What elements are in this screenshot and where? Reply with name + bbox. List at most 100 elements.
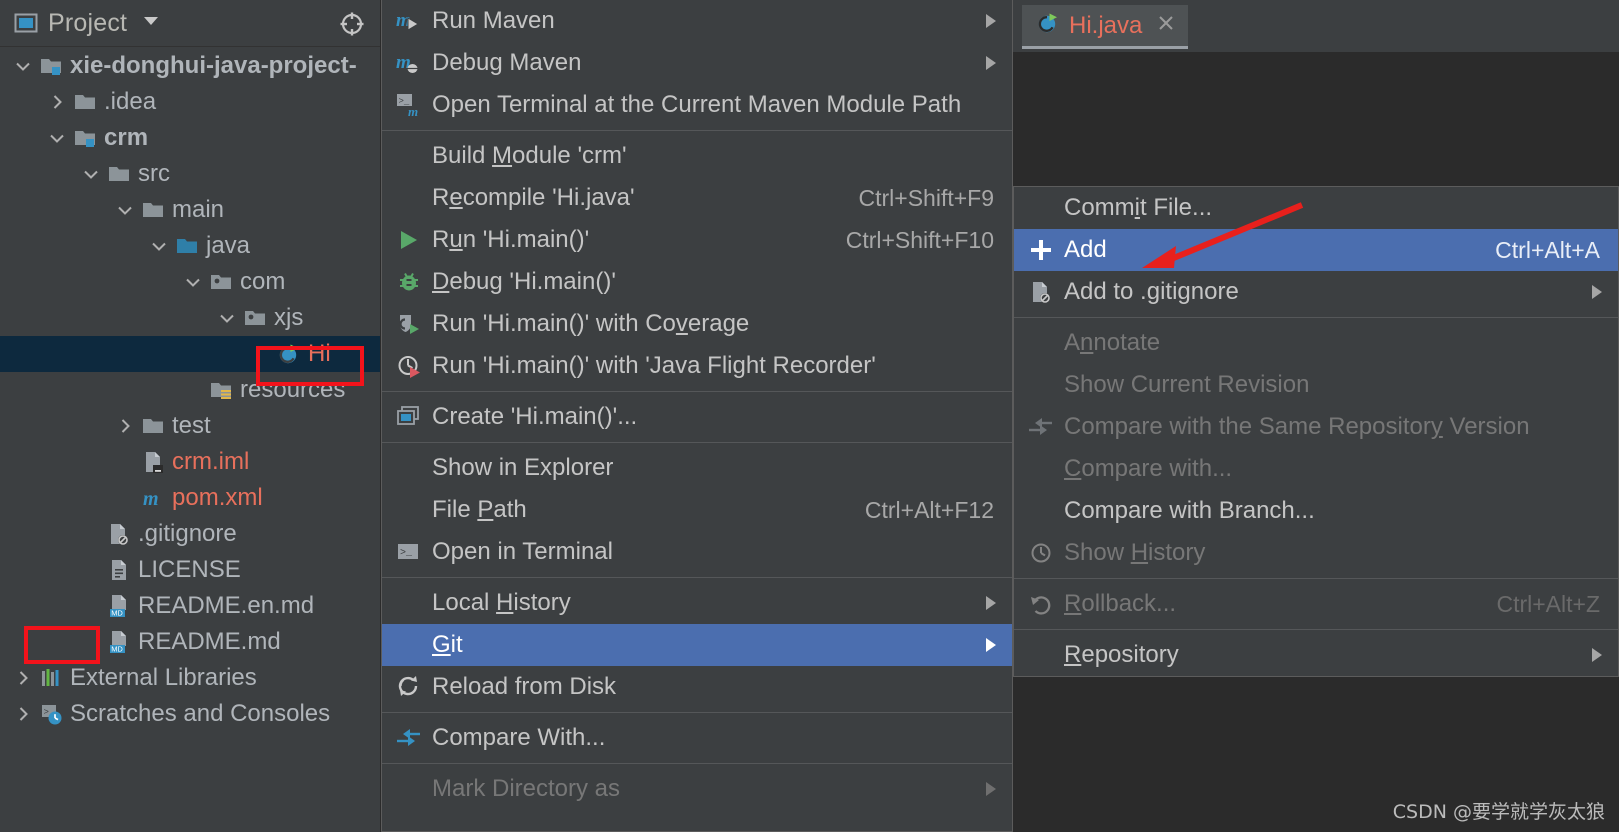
menu-item-label: Add: [1064, 236, 1107, 263]
chevron-down-icon[interactable]: [178, 272, 208, 292]
tree-node-label: .idea: [104, 88, 157, 115]
menu-item-build-module-crm[interactable]: Build Module 'crm': [382, 135, 1012, 177]
tree-node-label: Hi: [308, 340, 331, 367]
menu-item-commit-file[interactable]: Commit File...: [1014, 187, 1618, 229]
tree-node-label: resources: [240, 376, 346, 403]
menu-item-compare-with[interactable]: Compare With...: [382, 717, 1012, 759]
menu-item-label: Build Module 'crm': [432, 142, 627, 169]
project-window-icon: [14, 11, 38, 35]
menu-item-show-in-explorer[interactable]: Show in Explorer: [382, 447, 1012, 489]
menu-item-label: Compare with the Same Repository Version: [1064, 413, 1530, 440]
tree-node-java[interactable]: java: [0, 228, 380, 264]
menu-item-run-hi-main-with-coverage[interactable]: Run 'Hi.main()' with Coverage: [382, 303, 1012, 345]
menu-item-compare-with-branch[interactable]: Compare with Branch...: [1014, 490, 1618, 532]
tree-node-com[interactable]: com: [0, 264, 380, 300]
menu-item-run-maven[interactable]: m Run Maven: [382, 0, 1012, 42]
package-icon: [208, 270, 234, 294]
menu-separator: [382, 442, 1012, 443]
menu-item-add-to-gitignore[interactable]: Add to .gitignore: [1014, 271, 1618, 313]
menu-item-repository[interactable]: Repository: [1014, 634, 1618, 676]
libraries-icon: [38, 666, 64, 690]
menu-item-open-in-terminal[interactable]: >_ Open in Terminal: [382, 531, 1012, 573]
tree-node-hi[interactable]: Hi: [0, 336, 380, 372]
tree-node-label: LICENSE: [138, 556, 241, 583]
tree-node--gitignore[interactable]: .gitignore: [0, 516, 380, 552]
java-run-class-icon: [276, 342, 302, 366]
submenu-arrow-icon: [986, 56, 996, 70]
create-config-icon: [390, 404, 428, 430]
menu-item-label: Run 'Hi.main()' with Coverage: [432, 310, 750, 337]
chevron-down-icon[interactable]: [110, 200, 140, 220]
submenu-arrow-icon: [986, 638, 996, 652]
folder-icon: [140, 414, 166, 438]
menu-item-open-terminal-at-the-current-maven-module-path[interactable]: >_ m Open Terminal at the Current Maven Mo…: [382, 84, 1012, 126]
tree-node-scratches-and-consoles[interactable]: > Scratches and Consoles: [0, 696, 380, 732]
chevron-right-icon[interactable]: [8, 668, 38, 688]
menu-item-label: Local History: [432, 589, 571, 616]
submenu-arrow-icon: [1592, 648, 1602, 662]
menu-item-show-current-revision: Show Current Revision: [1014, 364, 1618, 406]
tree-node-xjs[interactable]: xjs: [0, 300, 380, 336]
tree-node-label: Scratches and Consoles: [70, 700, 331, 727]
chevron-right-icon[interactable]: [42, 92, 72, 112]
coverage-icon: [390, 311, 428, 337]
folder-icon: [72, 90, 98, 114]
menu-item-reload-from-disk[interactable]: Reload from Disk: [382, 666, 1012, 708]
tree-node-resources[interactable]: resources: [0, 372, 380, 408]
menu-separator: [1014, 317, 1618, 318]
tree-node-src[interactable]: src: [0, 156, 380, 192]
menu-item-debug-hi-main[interactable]: Debug 'Hi.main()': [382, 261, 1012, 303]
tree-node-crm[interactable]: crm: [0, 120, 380, 156]
project-tree[interactable]: xie-donghui-java-project- .idea crm src main…: [0, 48, 380, 832]
tree-node-readme-md[interactable]: MD README.md: [0, 624, 380, 660]
chevron-down-icon[interactable]: [8, 56, 38, 76]
menu-item-local-history[interactable]: Local History: [382, 582, 1012, 624]
menu-item-run-hi-main[interactable]: Run 'Hi.main()' Ctrl+Shift+F10: [382, 219, 1012, 261]
menu-item-recompile-hi-java[interactable]: Recompile 'Hi.java' Ctrl+Shift+F9: [382, 177, 1012, 219]
tree-node--idea[interactable]: .idea: [0, 84, 380, 120]
tree-node-external-libraries[interactable]: External Libraries: [0, 660, 380, 696]
tree-node-readme-en-md[interactable]: MD README.en.md: [0, 588, 380, 624]
tree-node-test[interactable]: test: [0, 408, 380, 444]
chevron-down-icon[interactable]: [76, 164, 106, 184]
ide-window: Project xie-donghui-java-project- .idea cr…: [0, 0, 1619, 832]
menu-item-run-hi-main-with-java-flight-recorder[interactable]: Run 'Hi.main()' with 'Java Flight Record…: [382, 345, 1012, 387]
menu-item-label: Open in Terminal: [432, 538, 613, 565]
menu-separator: [382, 577, 1012, 578]
menu-item-label: Compare with Branch...: [1064, 497, 1315, 524]
locate-target-icon[interactable]: [338, 10, 366, 43]
chevron-right-icon[interactable]: [8, 704, 38, 724]
chevron-down-icon[interactable]: [212, 308, 242, 328]
plus-icon: [1022, 237, 1060, 263]
chevron-down-icon[interactable]: [141, 11, 161, 36]
tree-node-label: com: [240, 268, 286, 295]
tree-node-crm-iml[interactable]: crm.iml: [0, 444, 380, 480]
menu-item-file-path[interactable]: File Path Ctrl+Alt+F12: [382, 489, 1012, 531]
menu-item-label: Show in Explorer: [432, 454, 614, 481]
tab-hi-java[interactable]: Hi.java: [1022, 5, 1189, 49]
tree-node-label: test: [172, 412, 211, 439]
module-folder-icon: [38, 54, 64, 78]
terminal-maven-icon: >_ m: [390, 92, 428, 118]
tree-node-pom-xml[interactable]: m pom.xml: [0, 480, 380, 516]
menu-item-debug-maven[interactable]: m Debug Maven: [382, 42, 1012, 84]
file-context-menu[interactable]: m Run Maven m Debug Maven >_ m Open Terminal a…: [381, 0, 1013, 832]
menu-item-git[interactable]: Git: [382, 624, 1012, 666]
menu-item-create-hi-main[interactable]: Create 'Hi.main()'...: [382, 396, 1012, 438]
tab-label: Hi.java: [1069, 11, 1143, 39]
menu-item-shortcut: Ctrl+Shift+F9: [858, 184, 995, 211]
chevron-down-icon[interactable]: [144, 236, 174, 256]
tree-node-label: README.md: [138, 628, 281, 655]
folder-icon: [140, 198, 166, 222]
submenu-arrow-icon: [986, 596, 996, 610]
chevron-down-icon[interactable]: [42, 128, 72, 148]
menu-item-add[interactable]: Add Ctrl+Alt+A: [1014, 229, 1618, 271]
git-submenu[interactable]: Commit File... Add Ctrl+Alt+A Add to .gitig…: [1013, 186, 1619, 677]
chevron-right-icon[interactable]: [110, 416, 140, 436]
project-panel-header: Project: [0, 0, 380, 47]
menu-item-label: Show Current Revision: [1064, 371, 1310, 398]
tree-node-main[interactable]: main: [0, 192, 380, 228]
tree-node-license[interactable]: LICENSE: [0, 552, 380, 588]
tree-node-xie-donghui-java-project-[interactable]: xie-donghui-java-project-: [0, 48, 380, 84]
close-icon[interactable]: [1156, 13, 1176, 38]
